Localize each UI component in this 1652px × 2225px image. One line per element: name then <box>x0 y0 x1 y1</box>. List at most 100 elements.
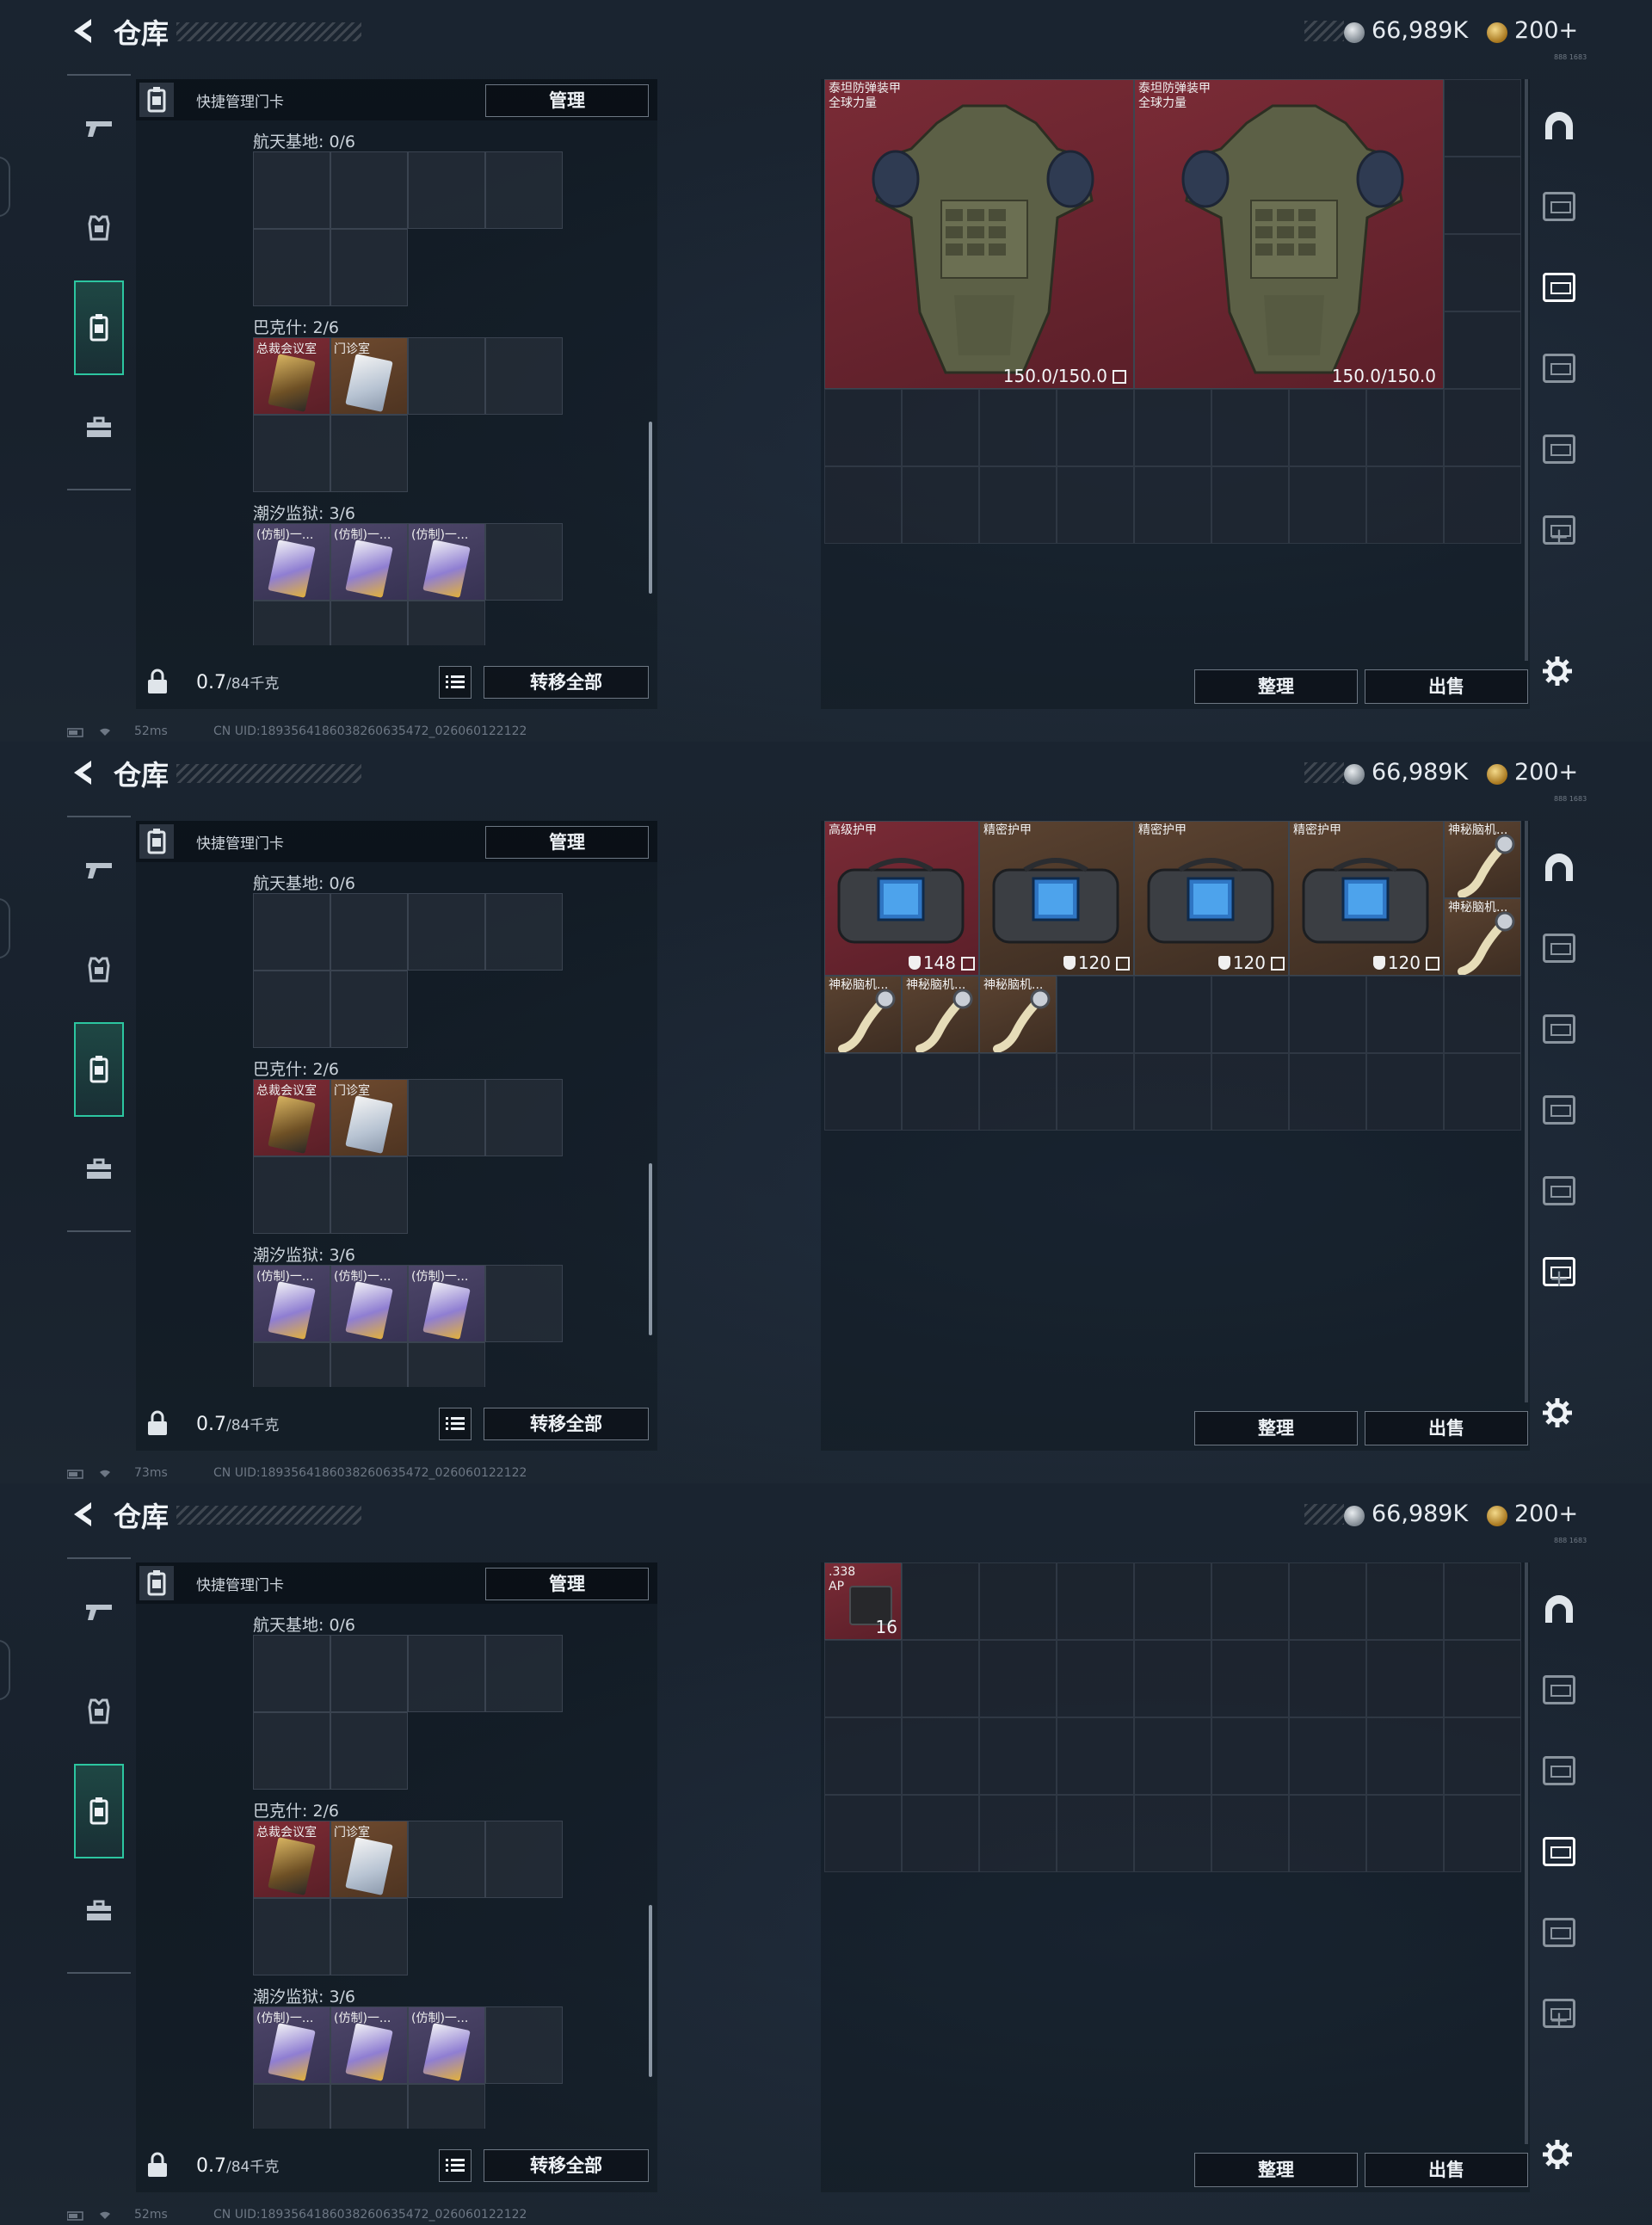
keycard-item[interactable]: 门诊室 <box>330 1821 408 1898</box>
stash-item[interactable]: 精密护甲 120 <box>1289 821 1444 976</box>
keycard-item[interactable]: 总裁会议室 <box>253 1079 330 1156</box>
stash-cell[interactable] <box>979 466 1057 544</box>
keycard-slot[interactable] <box>408 337 485 415</box>
keycard-scroll-area[interactable]: 航天基地: 0/6 巴克什: 2/6 总裁会议室 门诊室 潮汐监狱: 3/6 (仿制)一.… <box>136 120 657 645</box>
sort-button[interactable]: 整理 <box>1194 1411 1358 1445</box>
silver-currency-amount[interactable]: 66,989K <box>1372 1501 1468 1527</box>
stash-cell[interactable] <box>1211 1717 1289 1795</box>
stash-tab-scrollbar[interactable] <box>1523 79 1530 661</box>
silver-currency-amount[interactable]: 66,989K <box>1372 759 1468 786</box>
stash-grid[interactable]: 高级护甲 148 精密护甲 120 精密护甲 120 精密护甲 120 神秘脑机… <box>824 821 1521 1285</box>
keycard-slot[interactable] <box>253 1156 330 1234</box>
sell-button[interactable]: 出售 <box>1365 1411 1528 1445</box>
stash-tab-helmet[interactable] <box>1533 841 1585 893</box>
stash-cell[interactable] <box>979 1717 1057 1795</box>
keycard-slot[interactable] <box>408 601 485 645</box>
stash-cell[interactable] <box>1444 389 1521 466</box>
gold-currency-amount[interactable]: 200+ <box>1514 1501 1578 1527</box>
stash-cell[interactable] <box>1444 976 1521 1053</box>
keycard-slot[interactable] <box>253 2084 330 2129</box>
stash-tab-1[interactable] <box>1533 181 1585 232</box>
keycard-item[interactable]: 门诊室 <box>330 1079 408 1156</box>
stash-cell[interactable] <box>902 389 979 466</box>
gear-icon[interactable] <box>1540 654 1575 688</box>
stash-cell[interactable] <box>824 1640 902 1717</box>
keycard-item[interactable]: 总裁会议室 <box>253 337 330 415</box>
keycard-slot[interactable] <box>408 2084 485 2129</box>
stash-item[interactable]: 神秘脑机... <box>1444 898 1521 976</box>
keycard-scroll-area[interactable]: 航天基地: 0/6 巴克什: 2/6 总裁会议室 门诊室 潮汐监狱: 3/6 (仿制)一.… <box>136 862 657 1387</box>
keycard-item[interactable]: (仿制)一... <box>408 1265 485 1342</box>
stash-tab-4[interactable] <box>1533 423 1585 475</box>
stash-cell[interactable] <box>1444 1640 1521 1717</box>
keycard-scroll-area[interactable]: 航天基地: 0/6 巴克什: 2/6 总裁会议室 门诊室 潮汐监狱: 3/6 (仿制)一.… <box>136 1604 657 2129</box>
stash-cell[interactable] <box>902 1717 979 1795</box>
stash-item[interactable]: 泰坦防弹装甲 全球力量 150.0/150.0 <box>1134 79 1444 389</box>
stash-item[interactable]: 神秘脑机... <box>902 976 979 1053</box>
keycard-slot[interactable] <box>330 229 408 306</box>
stash-item[interactable]: 神秘脑机... <box>824 976 902 1053</box>
gear-icon[interactable] <box>1540 2137 1575 2172</box>
keycard-slot[interactable] <box>253 893 330 971</box>
stash-tab-2[interactable] <box>1533 262 1585 313</box>
stash-cell[interactable] <box>1211 1795 1289 1872</box>
keycard-slot[interactable] <box>330 1156 408 1234</box>
keycard-slot[interactable] <box>330 1342 408 1387</box>
stash-cell[interactable] <box>1057 1640 1134 1717</box>
stash-cell[interactable] <box>1057 1795 1134 1872</box>
keycard-slot[interactable] <box>330 1712 408 1790</box>
list-view-button[interactable] <box>439 2149 472 2182</box>
stash-cell[interactable] <box>1289 1640 1366 1717</box>
manage-button[interactable]: 管理 <box>485 84 649 117</box>
stash-cell[interactable] <box>1289 389 1366 466</box>
stash-cell[interactable] <box>979 1053 1057 1131</box>
stash-cell[interactable] <box>1366 1717 1444 1795</box>
stash-cell[interactable] <box>902 1562 979 1640</box>
gold-currency-amount[interactable]: 200+ <box>1514 17 1578 44</box>
stash-cell[interactable] <box>1444 79 1521 157</box>
stash-cell[interactable] <box>1366 1562 1444 1640</box>
keycard-slot[interactable] <box>253 151 330 229</box>
stash-cell[interactable] <box>1366 1640 1444 1717</box>
back-arrow-icon[interactable] <box>65 14 100 48</box>
stash-tab-helmet[interactable] <box>1533 1583 1585 1635</box>
stash-tab-scrollbar[interactable] <box>1523 1562 1530 2144</box>
stash-tab-3[interactable] <box>1533 1826 1585 1877</box>
nav-armor[interactable] <box>74 181 124 275</box>
stash-cell[interactable] <box>1444 466 1521 544</box>
keycard-item[interactable]: (仿制)一... <box>253 523 330 601</box>
lock-icon[interactable] <box>143 1409 172 1439</box>
stash-cell[interactable] <box>1289 976 1366 1053</box>
keycard-slot[interactable] <box>330 601 408 645</box>
stash-cell[interactable] <box>1134 389 1211 466</box>
back-arrow-icon[interactable] <box>65 1497 100 1532</box>
keycard-item[interactable]: 总裁会议室 <box>253 1821 330 1898</box>
keycard-slot[interactable] <box>485 1635 563 1712</box>
keycard-slot[interactable] <box>253 1342 330 1387</box>
keycard-slot[interactable] <box>330 893 408 971</box>
stash-cell[interactable] <box>979 389 1057 466</box>
keycard-slot[interactable] <box>330 2084 408 2129</box>
stash-cell[interactable] <box>1211 389 1289 466</box>
stash-cell[interactable] <box>1444 311 1521 389</box>
nav-toolbox[interactable] <box>74 1122 124 1217</box>
nav-armor[interactable] <box>74 1664 124 1759</box>
stash-item[interactable]: 精密护甲 120 <box>1134 821 1289 976</box>
stash-cell[interactable] <box>1057 389 1134 466</box>
keycard-slot[interactable] <box>408 1342 485 1387</box>
stash-item[interactable]: 神秘脑机... <box>979 976 1057 1053</box>
stash-item[interactable]: 精密护甲 120 <box>979 821 1134 976</box>
keycard-slot[interactable] <box>485 151 563 229</box>
nav-weapons[interactable] <box>74 823 124 917</box>
nav-weapons[interactable] <box>74 1564 124 1659</box>
stash-tab-2[interactable] <box>1533 1745 1585 1797</box>
nav-toolbox[interactable] <box>74 380 124 475</box>
keycard-slot[interactable] <box>330 151 408 229</box>
keycard-slot[interactable] <box>253 1898 330 1975</box>
keycard-slot[interactable] <box>253 601 330 645</box>
stash-cell[interactable] <box>1211 1562 1289 1640</box>
stash-tab-4[interactable] <box>1533 1165 1585 1217</box>
stash-cell[interactable] <box>1057 1562 1134 1640</box>
keycard-slot[interactable] <box>253 229 330 306</box>
edge-handle[interactable] <box>0 157 10 217</box>
